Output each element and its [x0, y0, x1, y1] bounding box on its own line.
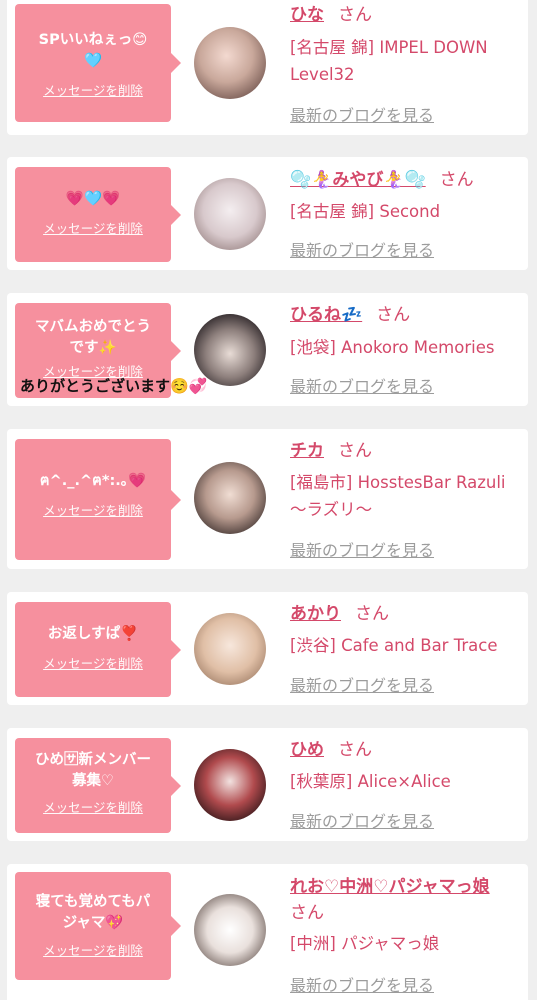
message-bubble: SPいいねぇっ😊 🩵 メッセージを削除: [15, 4, 181, 122]
message-bubble: ฅ^._.^ฅ*:.｡💗 メッセージを削除: [15, 439, 181, 560]
avatar[interactable]: [194, 462, 266, 534]
honorific: さん: [338, 740, 372, 760]
member-name-link[interactable]: れお♡中洲♡パジャマっ娘: [290, 877, 490, 897]
message-card: SPいいねぇっ😊 🩵 メッセージを削除 ひな さん [名古屋 錦] IMPEL D…: [7, 0, 528, 135]
honorific: さん: [338, 441, 372, 461]
shop-name: [福島市] HosstesBar Razuli 〜ラズリ〜: [290, 473, 506, 519]
latest-blog-link[interactable]: 最新のブログを見る: [290, 537, 434, 561]
delete-message-link[interactable]: メッセージを削除: [23, 940, 163, 959]
name-line: あかり さん: [290, 602, 522, 626]
message-card: ฅ^._.^ฅ*:.｡💗 メッセージを削除 チカ さん [福島市] Hosstes…: [7, 429, 528, 569]
avatar[interactable]: [194, 613, 266, 685]
avatar[interactable]: [194, 27, 266, 99]
shop-name: [中洲] パジャマっ娘: [290, 934, 440, 953]
shop-name: [池袋] Anokoro Memories: [290, 338, 495, 357]
shop-name: [秋葉原] Alice×Alice: [290, 772, 451, 791]
name-line: ひな さん: [290, 3, 522, 27]
avatar[interactable]: [194, 749, 266, 821]
message-text: マバムおめでとう です✨: [35, 319, 151, 356]
member-name-link[interactable]: 🫧🧜‍♀️みやび🧜‍♀️🫧: [290, 170, 426, 190]
latest-blog-link[interactable]: 最新のブログを見る: [290, 808, 434, 832]
latest-blog-link[interactable]: 最新のブログを見る: [290, 672, 434, 696]
message-bubble: 💗🩵💗 メッセージを削除: [15, 167, 181, 262]
message-card: 寝ても覚めてもパ ジャマ💖 メッセージを削除 れお♡中洲♡パジャマっ娘 さん [中…: [7, 864, 528, 1000]
delete-message-link[interactable]: メッセージを削除: [23, 80, 163, 99]
member-name-link[interactable]: あかり: [290, 604, 341, 624]
message-text: ひめ🈂新メンバー 募集♡: [35, 752, 151, 789]
message-card: 💗🩵💗 メッセージを削除 🫧🧜‍♀️みやび🧜‍♀️🫧 さん [名古屋 錦] Sec…: [7, 157, 528, 270]
honorific: さん: [355, 604, 389, 624]
latest-blog-link[interactable]: 最新のブログを見る: [290, 373, 434, 397]
name-line: ひめ さん: [290, 738, 522, 762]
message-text: SPいいねぇっ😊 🩵: [38, 32, 148, 69]
name-line: ひるね💤 さん: [290, 303, 522, 327]
honorific: さん: [439, 170, 474, 190]
delete-message-link[interactable]: メッセージを削除: [23, 218, 163, 237]
latest-blog-link[interactable]: 最新のブログを見る: [290, 237, 434, 261]
name-line: 🫧🧜‍♀️みやび🧜‍♀️🫧 さん: [290, 168, 522, 192]
name-line: チカ さん: [290, 439, 522, 463]
message-text: 💗🩵💗: [65, 191, 121, 207]
shop-name: [渋谷] Cafe and Bar Trace: [290, 636, 498, 655]
message-text: ฅ^._.^ฅ*:.｡💗: [39, 473, 147, 489]
honorific: さん: [376, 305, 411, 325]
avatar[interactable]: [194, 894, 266, 966]
shop-name: [名古屋 錦] IMPEL DOWN Level32: [290, 38, 488, 84]
latest-blog-link[interactable]: 最新のブログを見る: [290, 972, 434, 996]
avatar[interactable]: [194, 178, 266, 250]
message-bubble: お返しすぱ❣️ メッセージを削除: [15, 602, 181, 697]
honorific: さん: [338, 5, 372, 25]
sticker-text: ありがとうございます☺️💞: [20, 377, 208, 395]
message-card: ひめ🈂新メンバー 募集♡ メッセージを削除 ひめ さん [秋葉原] Alice×A…: [7, 728, 528, 841]
message-text: お返しすぱ❣️: [47, 626, 139, 642]
shop-name: [名古屋 錦] Second: [290, 202, 441, 221]
member-name-link[interactable]: ひめ: [290, 740, 324, 760]
honorific: さん: [290, 903, 324, 923]
delete-message-link[interactable]: メッセージを削除: [23, 797, 163, 816]
message-bubble: 寝ても覚めてもパ ジャマ💖 メッセージを削除: [15, 872, 181, 980]
member-name-link[interactable]: ひな: [290, 5, 324, 25]
delete-message-link[interactable]: メッセージを削除: [23, 500, 163, 519]
member-name-link[interactable]: ひるね💤: [290, 305, 362, 325]
message-card: お返しすぱ❣️ メッセージを削除 あかり さん [渋谷] Cafe and Bar…: [7, 592, 528, 705]
message-bubble: ひめ🈂新メンバー 募集♡ メッセージを削除: [15, 738, 181, 833]
name-line: れお♡中洲♡パジャマっ娘 さん: [290, 874, 522, 926]
member-name-link[interactable]: チカ: [290, 441, 324, 461]
latest-blog-link[interactable]: 最新のブログを見る: [290, 102, 434, 126]
message-text: 寝ても覚めてもパ ジャマ💖: [35, 894, 151, 931]
delete-message-link[interactable]: メッセージを削除: [23, 653, 163, 672]
